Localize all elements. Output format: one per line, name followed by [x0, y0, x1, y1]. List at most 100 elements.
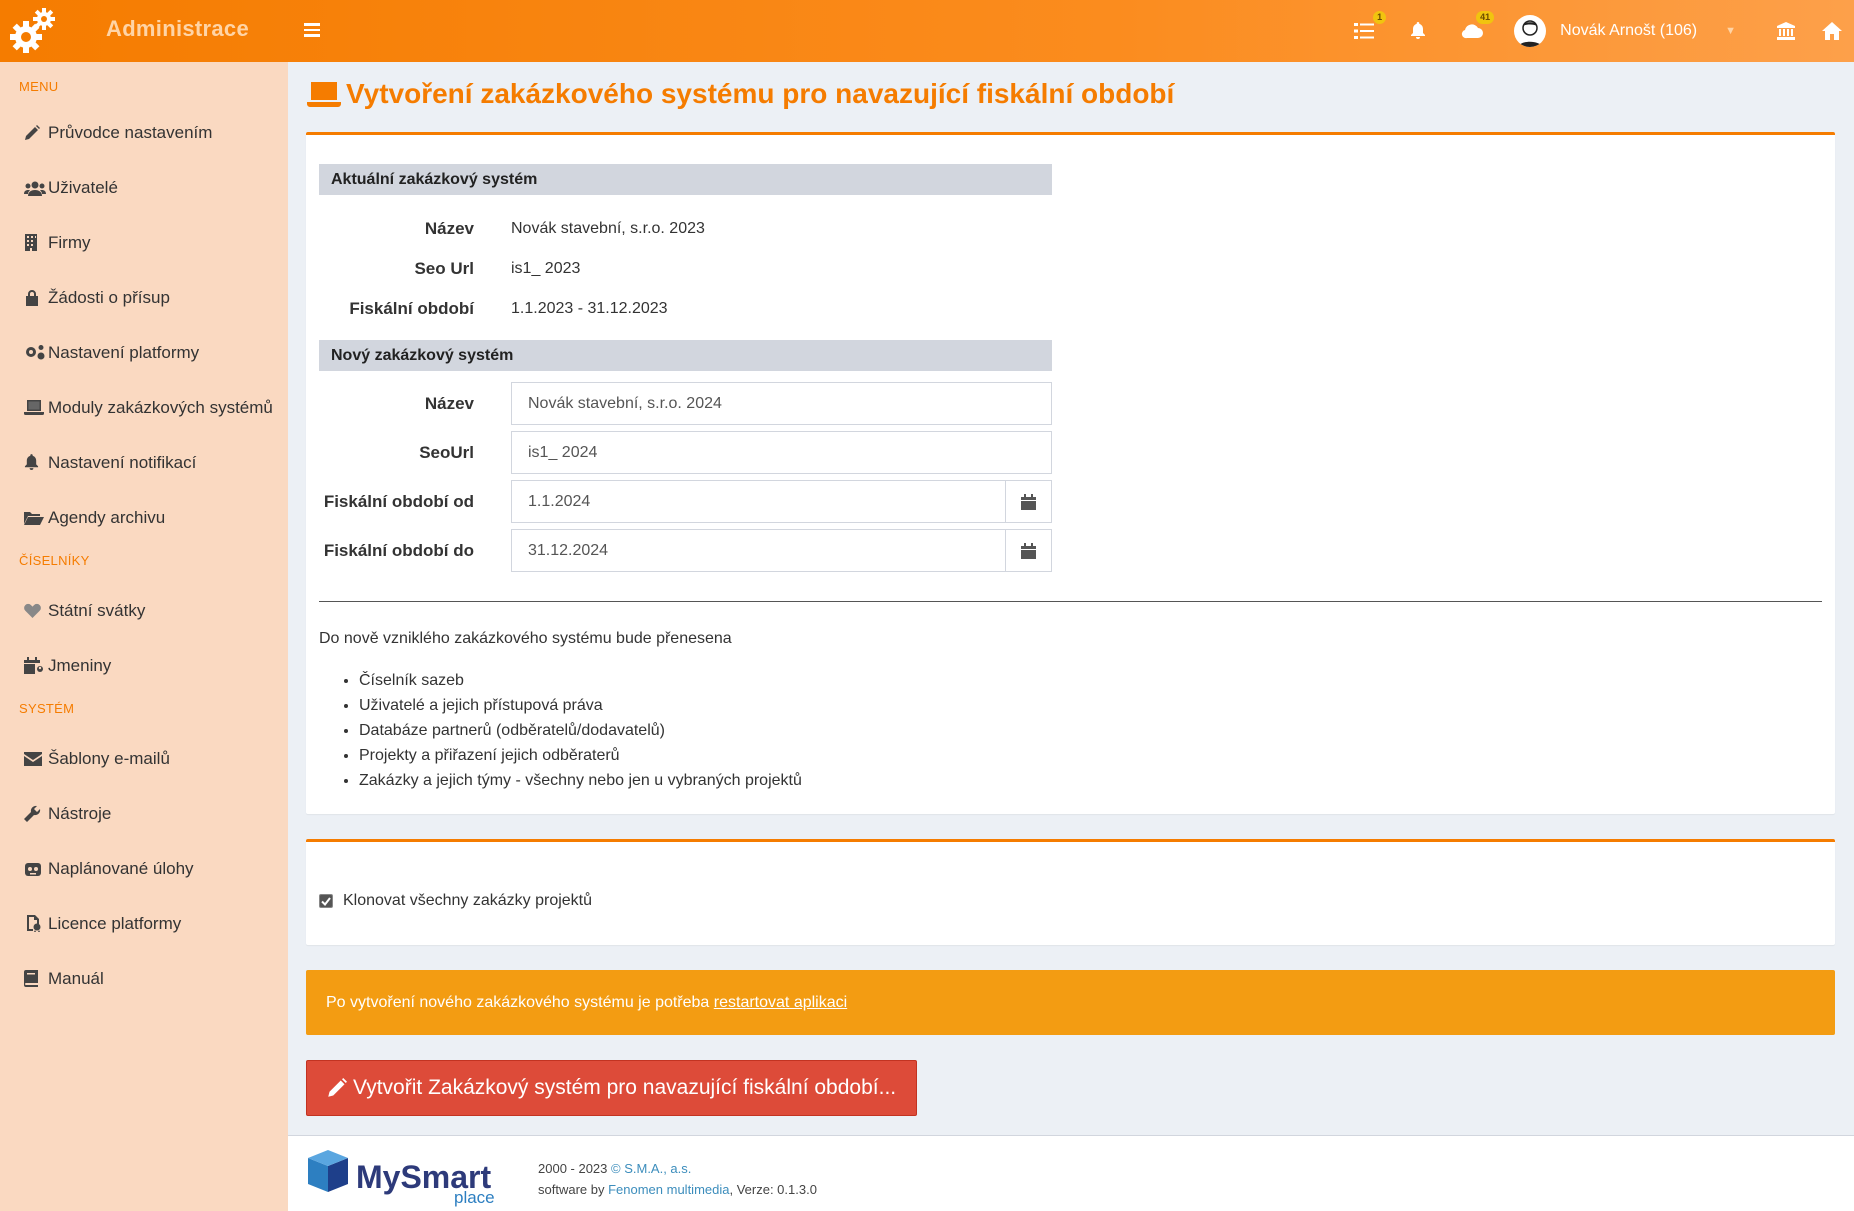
calendar-user-icon: [24, 656, 48, 676]
lock-icon: [24, 288, 48, 308]
tasks-badge: 1: [1373, 11, 1387, 24]
sidebar-item-modules[interactable]: Moduly zakázkových systémů: [0, 380, 288, 435]
period-to-calendar-button[interactable]: [1005, 529, 1052, 572]
period-to-input[interactable]: [511, 529, 1006, 572]
clone-checkbox[interactable]: [319, 894, 333, 908]
chevron-down-icon[interactable]: ▼: [1725, 25, 1736, 37]
clone-box: Klonovat všechny zakázky projektů: [306, 839, 1835, 945]
messages-button[interactable]: 41: [1458, 11, 1495, 45]
home-button[interactable]: [1818, 17, 1846, 45]
period-to-label: Fiskální období do: [323, 541, 474, 560]
new-seo-label: SeoUrl: [419, 443, 474, 462]
sidebar-section-system: SYSTÉM: [19, 701, 75, 716]
sidebar-item-setup-wizard[interactable]: Průvodce nastavením: [0, 105, 288, 160]
create-system-label: Vytvořit Zakázkový systém pro navazující…: [353, 1076, 897, 1099]
sidebar-item-tools[interactable]: Nástroje: [0, 786, 288, 841]
list-item: Uživatelé a jejich přístupová práva: [359, 693, 802, 718]
check-icon: [321, 896, 331, 906]
folder-open-icon: [24, 508, 48, 528]
gears-logo-icon: [10, 8, 55, 53]
current-period-label: Fiskální období: [349, 299, 474, 318]
bank-icon: [1777, 22, 1795, 40]
robot-icon: [24, 859, 48, 879]
sidebar-item-email-templates[interactable]: Šablony e-mailů: [0, 731, 288, 786]
clone-checkbox-row[interactable]: Klonovat všechny zakázky projektů: [319, 892, 592, 910]
page-header: Vytvoření zakázkového systému pro navazu…: [306, 78, 1174, 110]
envelope-icon: [24, 749, 48, 769]
sidebar-item-notifications[interactable]: Nastavení notifikací: [0, 435, 288, 490]
new-name-label: Název: [424, 394, 474, 413]
top-navbar: Administrace 1 41 Novák Arnošt (106) ▼: [0, 0, 1854, 62]
sidebar-item-namedays[interactable]: Jmeniny: [0, 638, 288, 693]
bell-icon: [1411, 22, 1426, 39]
sidebar-item-holidays[interactable]: Státní svátky: [0, 583, 288, 638]
sidebar: MENU Průvodce nastavením Uživatelé Firmy…: [0, 62, 288, 1211]
list-item: Zakázky a jejich týmy - všechny nebo jen…: [359, 768, 802, 793]
sidebar-toggle-button[interactable]: [304, 20, 324, 40]
list-item: Číselník sazeb: [359, 668, 802, 693]
bell-icon: [24, 453, 48, 473]
list-item: Projekty a přiřazení jejich odběraterů: [359, 743, 802, 768]
pencil-icon: [328, 1078, 347, 1097]
current-seo-label: Seo Url: [414, 259, 474, 278]
messages-badge: 41: [1476, 11, 1495, 24]
current-period-value: 1.1.2023 - 31.12.2023: [511, 300, 668, 317]
home-icon: [1822, 22, 1842, 40]
transfer-list: Číselník sazeb Uživatelé a jejich přístu…: [359, 668, 802, 793]
cube-logo-icon: [308, 1150, 348, 1192]
brand-title: Administrace: [106, 16, 249, 41]
heart-icon: [24, 601, 48, 621]
current-name-label: Název: [424, 219, 474, 238]
user-name: Novák Arnošt (106): [1560, 22, 1698, 39]
avatar: [1514, 15, 1547, 47]
period-from-label: Fiskální období od: [323, 492, 474, 511]
new-system-heading: Nový zakázkový systém: [319, 340, 1052, 371]
sidebar-item-scheduled-tasks[interactable]: Naplánované úlohy: [0, 841, 288, 896]
laptop-icon: [307, 82, 341, 107]
laptop-icon: [24, 398, 48, 418]
calendar-icon: [1021, 493, 1036, 510]
calendar-icon: [1021, 542, 1036, 559]
current-seo-value: is1_ 2023: [511, 260, 581, 277]
sidebar-item-archive[interactable]: Agendy archivu: [0, 490, 288, 545]
mysmart-logo: MySmart place: [306, 1150, 495, 1207]
footer-text: 2000 - 2023 © S.M.A., a.s. software by F…: [538, 1161, 817, 1197]
user-avatar-icon: [1518, 20, 1543, 47]
sidebar-item-companies[interactable]: Firmy: [0, 215, 288, 270]
notifications-button[interactable]: [1404, 17, 1432, 45]
create-system-button[interactable]: Vytvořit Zakázkový systém pro navazující…: [306, 1060, 917, 1116]
wrench-icon: [24, 804, 48, 824]
new-seo-input[interactable]: [511, 431, 1052, 474]
vendor-link[interactable]: Fenomen multimedia: [608, 1182, 729, 1197]
tasks-icon: [1354, 23, 1375, 39]
tasks-button[interactable]: 1: [1350, 11, 1387, 45]
divider: [319, 601, 1822, 602]
sidebar-section-codebooks: ČÍSELNÍKY: [19, 553, 90, 568]
sidebar-item-users[interactable]: Uživatelé: [0, 160, 288, 215]
sidebar-item-manual[interactable]: Manuál: [0, 951, 288, 1006]
navbar-right: 1 41 Novák Arnošt (106) ▼: [1350, 0, 1854, 62]
gears-icon: [24, 343, 48, 363]
new-name-input[interactable]: [511, 382, 1052, 425]
form-box: Aktuální zakázkový systém Název Novák st…: [306, 132, 1835, 814]
company-link[interactable]: © S.M.A., a.s.: [611, 1161, 691, 1176]
restart-app-link[interactable]: restartovat aplikaci: [714, 994, 847, 1011]
list-item: Databáze partnerů (odběratelů/dodavatelů…: [359, 718, 802, 743]
footer: MySmart place 2000 - 2023 © S.M.A., a.s.…: [288, 1135, 1854, 1211]
sidebar-item-access-requests[interactable]: Žádosti o přísup: [0, 270, 288, 325]
page-title: Vytvoření zakázkového systému pro navazu…: [346, 78, 1175, 109]
building-icon: [24, 233, 48, 253]
institution-button[interactable]: [1772, 17, 1800, 45]
user-menu[interactable]: Novák Arnošt (106) ▼: [1514, 15, 1736, 47]
sidebar-item-license[interactable]: Licence platformy: [0, 896, 288, 951]
period-from-input[interactable]: [511, 480, 1006, 523]
license-icon: [24, 914, 48, 934]
current-name-value: Novák stavební, s.r.o. 2023: [511, 220, 705, 237]
restart-alert: Po vytvoření nového zakázkového systému …: [306, 970, 1835, 1035]
pencil-icon: [24, 123, 48, 143]
sidebar-item-platform-settings[interactable]: Nastavení platformy: [0, 325, 288, 380]
period-from-calendar-button[interactable]: [1005, 480, 1052, 523]
current-system-heading: Aktuální zakázkový systém: [319, 164, 1052, 195]
clone-label: Klonovat všechny zakázky projektů: [343, 892, 593, 909]
logo-area[interactable]: Administrace: [0, 0, 288, 62]
